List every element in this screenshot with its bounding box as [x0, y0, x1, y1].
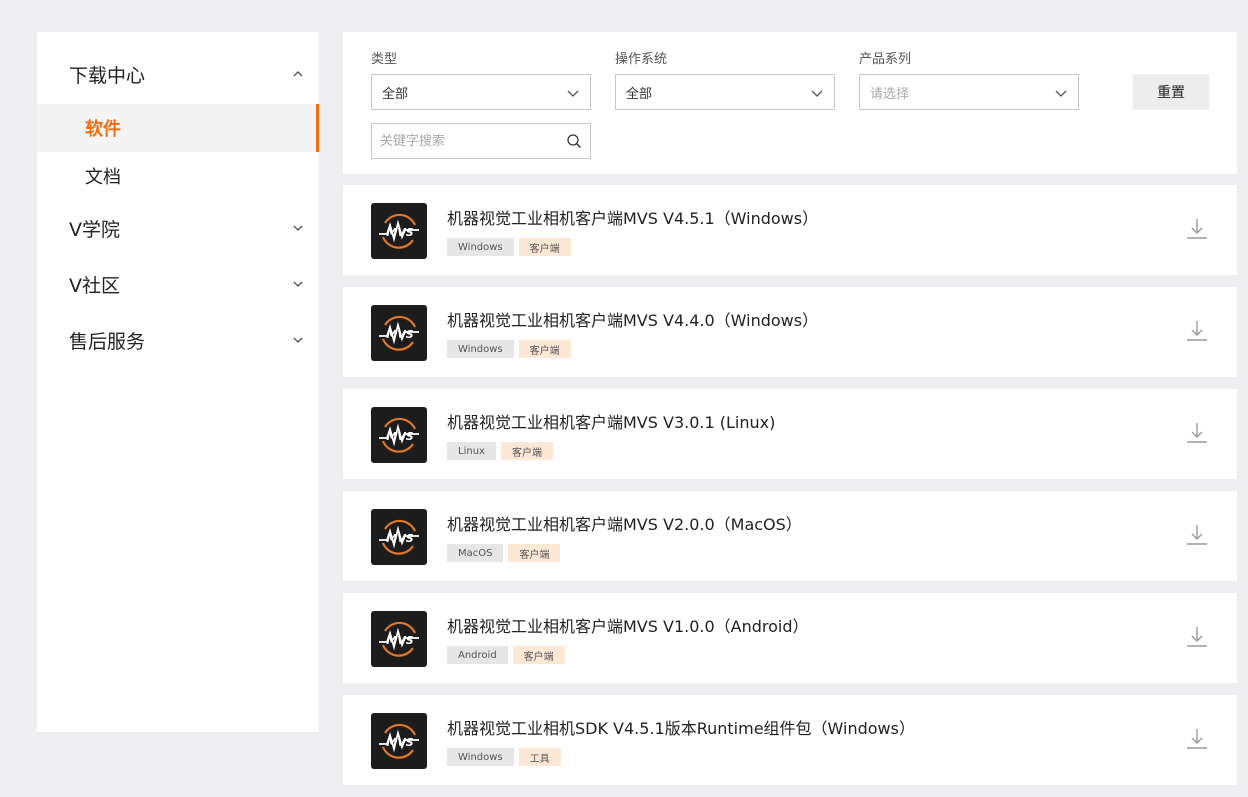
download-item[interactable]: MVS 机器视觉工业相机客户端MVS V2.0.0（MacOS） MacOS 客…	[343, 491, 1237, 581]
type-tag: 工具	[518, 748, 561, 766]
filter-panel: 类型 操作系统 产品系列 全部 全部 请选择 重置	[343, 32, 1237, 174]
type-tag: 客户端	[518, 238, 571, 256]
sidebar-section-download-center[interactable]: 下载中心	[37, 46, 319, 102]
download-title[interactable]: 机器视觉工业相机客户端MVS V1.0.0（Android）	[447, 613, 809, 637]
download-item[interactable]: MVS 机器视觉工业相机客户端MVS V4.5.1（Windows） Windo…	[343, 185, 1237, 275]
os-filter-label: 操作系统	[615, 52, 668, 67]
sidebar-section-v-community[interactable]: V社区	[37, 256, 319, 312]
os-tag: Linux	[447, 442, 496, 460]
type-tag: 客户端	[508, 544, 561, 562]
os-tag: Windows	[447, 340, 514, 358]
os-select[interactable]: 全部	[615, 74, 835, 110]
svg-text:MVS: MVS	[386, 736, 413, 749]
mvs-logo-icon: MVS	[371, 407, 427, 463]
download-tags: Android 客户端	[447, 646, 565, 664]
type-tag: 客户端	[500, 442, 553, 460]
os-tag: Windows	[447, 748, 514, 766]
chevron-down-icon	[293, 225, 303, 231]
search-box	[371, 123, 591, 159]
download-icon[interactable]	[1185, 421, 1209, 445]
series-select[interactable]: 请选择	[859, 74, 1079, 110]
download-tags: Windows 工具	[447, 748, 561, 766]
download-item[interactable]: MVS 机器视觉工业相机客户端MVS V4.4.0（Windows） Windo…	[343, 287, 1237, 377]
sidebar-section-label: V社区	[69, 274, 120, 297]
mvs-logo-icon: MVS	[371, 203, 427, 259]
search-icon[interactable]	[566, 133, 582, 149]
svg-text:MVS: MVS	[386, 430, 413, 443]
sidebar-section-label: 下载中心	[69, 64, 146, 87]
sidebar-section-after-sales[interactable]: 售后服务	[37, 312, 319, 368]
chevron-down-icon	[293, 281, 303, 287]
sidebar-item-software[interactable]: 软件	[37, 104, 319, 152]
chevron-down-icon	[1055, 90, 1067, 97]
svg-text:MVS: MVS	[386, 634, 413, 647]
sidebar-section-v-academy[interactable]: V学院	[37, 200, 319, 256]
sidebar-item-label: 软件	[85, 119, 121, 140]
download-tags: Windows 客户端	[447, 340, 571, 358]
chevron-down-icon	[811, 90, 823, 97]
download-title[interactable]: 机器视觉工业相机客户端MVS V3.0.1 (Linux)	[447, 409, 775, 433]
download-item[interactable]: MVS 机器视觉工业相机SDK V4.5.1版本Runtime组件包（Windo…	[343, 695, 1237, 785]
type-filter-label: 类型	[371, 52, 398, 67]
download-title[interactable]: 机器视觉工业相机客户端MVS V4.5.1（Windows）	[447, 205, 818, 229]
reset-button[interactable]: 重置	[1133, 74, 1209, 110]
os-select-value: 全部	[626, 86, 653, 102]
type-tag: 客户端	[518, 340, 571, 358]
mvs-logo-icon: MVS	[371, 305, 427, 361]
svg-text:MVS: MVS	[386, 328, 413, 341]
chevron-up-icon	[293, 71, 303, 77]
chevron-down-icon	[293, 337, 303, 343]
type-select-value: 全部	[382, 86, 409, 102]
download-icon[interactable]	[1185, 319, 1209, 343]
series-select-placeholder: 请选择	[870, 86, 910, 102]
os-tag: MacOS	[447, 544, 504, 562]
chevron-down-icon	[567, 90, 579, 97]
download-item[interactable]: MVS 机器视觉工业相机客户端MVS V3.0.1 (Linux) Linux …	[343, 389, 1237, 479]
download-title[interactable]: 机器视觉工业相机客户端MVS V2.0.0（MacOS）	[447, 511, 802, 535]
download-icon[interactable]	[1185, 727, 1209, 751]
download-icon[interactable]	[1185, 217, 1209, 241]
download-tags: Linux 客户端	[447, 442, 553, 460]
search-input[interactable]	[372, 126, 552, 156]
sidebar: 下载中心 软件 文档 V学院 V社区 售后服务	[37, 32, 319, 732]
download-item[interactable]: MVS 机器视觉工业相机客户端MVS V1.0.0（Android） Andro…	[343, 593, 1237, 683]
download-title[interactable]: 机器视觉工业相机客户端MVS V4.4.0（Windows）	[447, 307, 818, 331]
mvs-logo-icon: MVS	[371, 611, 427, 667]
type-tag: 客户端	[512, 646, 565, 664]
download-tags: MacOS 客户端	[447, 544, 561, 562]
sidebar-section-label: V学院	[69, 218, 120, 241]
series-filter-label: 产品系列	[859, 52, 912, 67]
download-icon[interactable]	[1185, 625, 1209, 649]
sidebar-section-label: 售后服务	[69, 330, 146, 353]
svg-text:MVS: MVS	[386, 532, 413, 545]
sidebar-item-label: 文档	[85, 167, 121, 188]
download-title[interactable]: 机器视觉工业相机SDK V4.5.1版本Runtime组件包（Windows）	[447, 715, 915, 739]
type-select[interactable]: 全部	[371, 74, 591, 110]
os-tag: Android	[447, 646, 508, 664]
os-tag: Windows	[447, 238, 514, 256]
svg-text:MVS: MVS	[386, 226, 413, 239]
download-list: MVS 机器视觉工业相机客户端MVS V4.5.1（Windows） Windo…	[343, 185, 1237, 797]
download-icon[interactable]	[1185, 523, 1209, 547]
mvs-logo-icon: MVS	[371, 713, 427, 769]
sidebar-item-documents[interactable]: 文档	[37, 152, 319, 200]
mvs-logo-icon: MVS	[371, 509, 427, 565]
download-tags: Windows 客户端	[447, 238, 571, 256]
